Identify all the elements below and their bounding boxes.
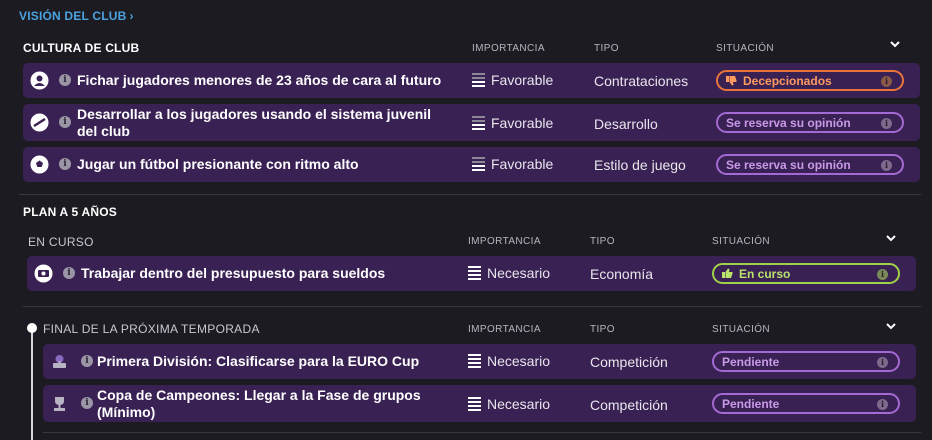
column-header-importance: IMPORTANCIA bbox=[468, 324, 541, 335]
info-icon[interactable]: i bbox=[877, 399, 888, 410]
info-icon[interactable]: i bbox=[881, 118, 892, 129]
column-header-type: TIPO bbox=[590, 236, 615, 247]
chevron-down-icon[interactable] bbox=[885, 320, 897, 335]
importance-value: Favorable bbox=[472, 72, 553, 90]
column-header-status: SITUACIÓN bbox=[716, 43, 775, 54]
importance-value: Necesario bbox=[468, 396, 550, 414]
chevron-right-icon: › bbox=[129, 9, 134, 23]
end-season-row-1[interactable]: i Primera División: Clasificarse para la… bbox=[43, 344, 916, 379]
chevron-down-icon[interactable] bbox=[889, 38, 901, 53]
objective-title: Trabajar dentro del presupuesto para sue… bbox=[81, 265, 386, 281]
info-icon[interactable]: i bbox=[59, 74, 71, 86]
column-header-status: SITUACIÓN bbox=[712, 236, 771, 247]
importance-value: Necesario bbox=[468, 265, 550, 283]
section-divider bbox=[43, 432, 921, 433]
club-vision-link[interactable]: VISIÓN DEL CLUB › bbox=[19, 9, 134, 23]
cup-icon bbox=[50, 394, 69, 413]
column-header-type: TIPO bbox=[590, 324, 615, 335]
importance-bars-icon bbox=[468, 265, 481, 283]
type-value: Economía bbox=[590, 266, 654, 282]
importance-bars-icon bbox=[468, 353, 481, 371]
type-value: Estilo de juego bbox=[594, 157, 686, 173]
importance-bars-icon bbox=[472, 115, 485, 133]
culture-row-1[interactable]: i Fichar jugadores menores de 23 años de… bbox=[23, 63, 920, 98]
status-badge[interactable]: En curso i bbox=[712, 263, 900, 284]
objective-title: Fichar jugadores menores de 23 años de c… bbox=[77, 72, 442, 88]
section-divider bbox=[23, 306, 921, 307]
culture-row-2[interactable]: i Desarrollar a los jugadores usando el … bbox=[23, 104, 920, 141]
info-icon[interactable]: i bbox=[881, 76, 892, 87]
importance-value: Necesario bbox=[468, 353, 550, 371]
info-icon[interactable]: i bbox=[877, 357, 888, 368]
end-season-row-2[interactable]: i Copa de Campeones: Llegar a la Fase de… bbox=[43, 385, 916, 422]
status-badge[interactable]: Se reserva su opinión i bbox=[716, 154, 904, 175]
info-icon[interactable]: i bbox=[81, 397, 93, 409]
importance-bars-icon bbox=[472, 156, 485, 174]
section-divider bbox=[19, 194, 921, 195]
column-header-status: SITUACIÓN bbox=[712, 324, 771, 335]
column-header-importance: IMPORTANCIA bbox=[468, 236, 541, 247]
objective-title: Copa de Campeones: Llegar a la Fase de g… bbox=[97, 387, 421, 420]
money-icon bbox=[34, 264, 53, 283]
user-icon bbox=[30, 71, 49, 90]
status-badge[interactable]: Pendiente i bbox=[712, 351, 900, 372]
type-value: Desarrollo bbox=[594, 116, 658, 132]
type-value: Competición bbox=[590, 397, 668, 413]
info-icon[interactable]: i bbox=[877, 269, 888, 280]
importance-bars-icon bbox=[472, 72, 485, 90]
culture-row-3[interactable]: i Jugar un fútbol presionante con ritmo … bbox=[23, 147, 920, 182]
objective-title: Desarrollar a los jugadores usando el si… bbox=[77, 106, 432, 139]
info-icon[interactable]: i bbox=[59, 116, 71, 128]
column-header-importance: IMPORTANCIA bbox=[472, 43, 545, 54]
type-value: Competición bbox=[590, 354, 668, 370]
info-icon[interactable]: i bbox=[63, 267, 75, 279]
info-icon[interactable]: i bbox=[81, 355, 93, 367]
thumbs-up-icon bbox=[722, 268, 733, 279]
timeline-dot bbox=[27, 323, 37, 333]
status-badge[interactable]: Decepcionados i bbox=[716, 70, 904, 91]
end-season-subsection-title: FINAL DE LA PRÓXIMA TEMPORADA bbox=[43, 322, 260, 336]
ongoing-subsection-title: EN CURSO bbox=[28, 235, 94, 249]
ongoing-row-1[interactable]: i Trabajar dentro del presupuesto para s… bbox=[27, 256, 916, 291]
club-vision-label: VISIÓN DEL CLUB bbox=[19, 9, 127, 23]
status-badge[interactable]: Se reserva su opinión i bbox=[716, 112, 904, 133]
info-icon[interactable]: i bbox=[881, 160, 892, 171]
youth-icon bbox=[30, 113, 49, 132]
plan-section-title: PLAN A 5 AÑOS bbox=[23, 205, 117, 219]
ball-icon bbox=[30, 155, 49, 174]
info-icon[interactable]: i bbox=[59, 158, 71, 170]
importance-value: Favorable bbox=[472, 156, 553, 174]
status-badge[interactable]: Pendiente i bbox=[712, 393, 900, 414]
objective-title: Primera División: Clasificarse para la E… bbox=[97, 353, 420, 369]
objective-title: Jugar un fútbol presionante con ritmo al… bbox=[77, 156, 359, 172]
importance-value: Favorable bbox=[472, 115, 553, 133]
importance-bars-icon bbox=[468, 396, 481, 414]
league-icon bbox=[50, 352, 69, 371]
culture-section-title: CULTURA DE CLUB bbox=[23, 41, 140, 55]
timeline-line bbox=[31, 328, 33, 440]
type-value: Contrataciones bbox=[594, 73, 689, 89]
thumbs-down-icon bbox=[726, 75, 737, 86]
chevron-down-icon[interactable] bbox=[885, 232, 897, 247]
column-header-type: TIPO bbox=[594, 43, 619, 54]
